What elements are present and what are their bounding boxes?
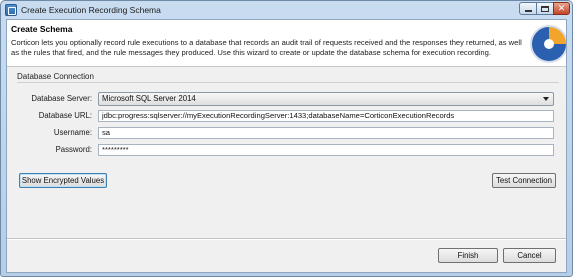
page-title: Create Schema xyxy=(11,24,73,34)
window-title: Create Execution Recording Schema xyxy=(21,5,161,15)
username-label: Username: xyxy=(53,128,92,137)
minimize-button[interactable] xyxy=(519,2,537,15)
maximize-icon xyxy=(541,6,549,12)
chevron-down-icon xyxy=(543,97,549,101)
dialog-body: Create Schema Corticon lets you optional… xyxy=(6,19,567,273)
password-label: Password: xyxy=(55,145,92,154)
group-divider xyxy=(17,82,559,83)
cancel-button[interactable]: Cancel xyxy=(503,248,556,263)
maximize-button[interactable] xyxy=(536,2,554,15)
database-wizard-icon xyxy=(526,22,566,64)
page-description: Corticon lets you optionally record rule… xyxy=(11,38,522,57)
test-connection-button[interactable]: Test Connection xyxy=(492,173,556,188)
finish-button[interactable]: Finish xyxy=(438,248,498,263)
title-bar[interactable]: Create Execution Recording Schema ✕ xyxy=(1,1,572,19)
show-encrypted-values-button[interactable]: Show Encrypted Values xyxy=(19,173,107,188)
app-icon xyxy=(5,4,17,16)
close-icon: ✕ xyxy=(557,3,566,13)
minimize-icon xyxy=(524,10,532,12)
close-button[interactable]: ✕ xyxy=(553,2,570,15)
group-title: Database Connection xyxy=(17,72,94,81)
url-label: Database URL: xyxy=(38,111,92,120)
server-select[interactable]: Microsoft SQL Server 2014 xyxy=(98,92,554,106)
url-field[interactable]: jdbc:progress:sqlserver://myExecutionRec… xyxy=(98,110,554,122)
password-field[interactable]: ********* xyxy=(98,144,554,156)
dialog-window: Create Execution Recording Schema ✕ Crea… xyxy=(0,0,573,277)
wizard-header: Create Schema Corticon lets you optional… xyxy=(7,20,566,67)
server-select-value: Microsoft SQL Server 2014 xyxy=(102,94,196,103)
server-label: Database Server: xyxy=(31,94,92,103)
username-field[interactable]: sa xyxy=(98,127,554,139)
